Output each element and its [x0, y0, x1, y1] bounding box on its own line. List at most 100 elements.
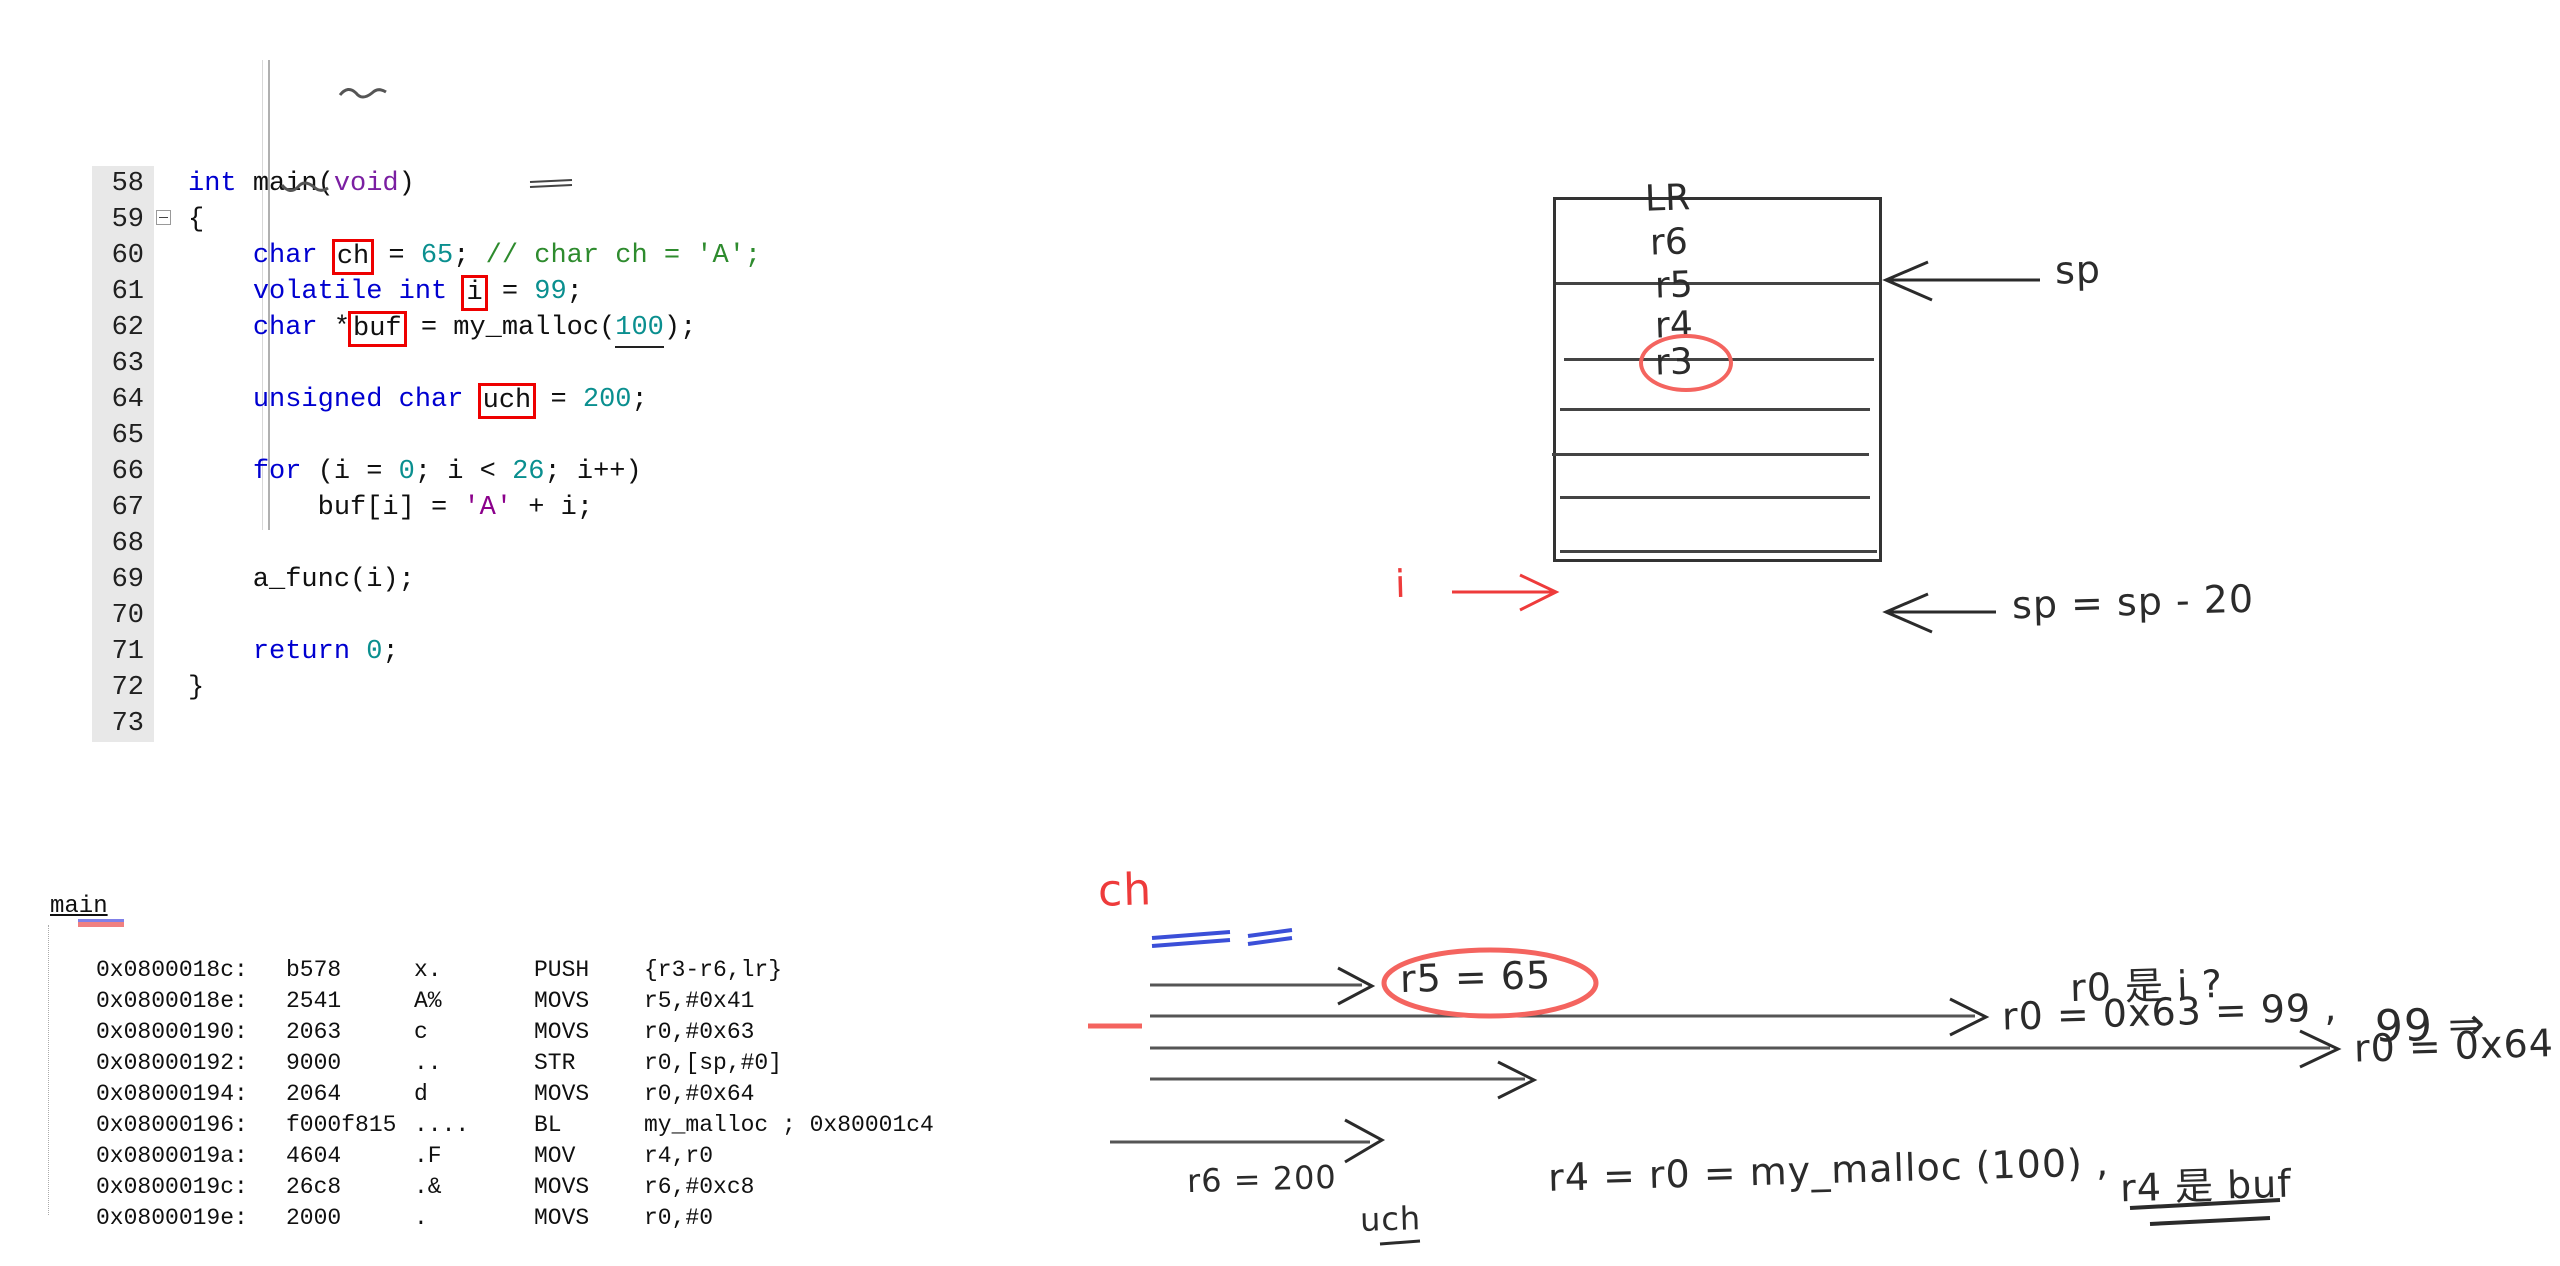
code-line-text[interactable] [176, 706, 188, 742]
annotation-r4-is-buf: r4 是 buf [2119, 1161, 2293, 1211]
code-token: ; [631, 385, 648, 415]
code-line-text[interactable]: { [176, 202, 204, 238]
fold-gutter [154, 166, 176, 202]
code-token: ; i++) [544, 457, 642, 487]
fold-gutter [154, 238, 176, 274]
code-token: { [188, 205, 205, 235]
stack-slot-label-r5: r5 [1654, 264, 1694, 307]
code-line[interactable]: 66 for (i = 0; i < 26; i++) [92, 454, 1392, 490]
disassembly-row[interactable]: 0x0800019a: 4604 .F MOV r4,r0 [46, 1141, 1064, 1172]
code-line-text[interactable]: char ch = 65; // char ch = 'A'; [176, 238, 761, 275]
line-number: 69 [92, 562, 154, 598]
line-number: 59 [92, 202, 154, 238]
code-token: int [188, 169, 237, 199]
code-token: char [252, 241, 318, 271]
disassembly-cell-ascii: .... [414, 1112, 470, 1138]
disassembly-cell-ascii: d [414, 1081, 428, 1107]
line-number: 73 [92, 706, 154, 742]
code-line-text[interactable] [176, 598, 188, 634]
line-number: 72 [92, 670, 154, 706]
disassembly-row[interactable]: 0x0800019c: 26c8 .& MOVS r6,#0xc8 [46, 1172, 1064, 1203]
line-number: 63 [92, 346, 154, 382]
code-token: + i; [512, 493, 594, 523]
code-line-text[interactable]: char * buf = my_malloc(100); [176, 310, 697, 348]
code-token: ( [317, 169, 334, 199]
code-token-highlighted: i [461, 275, 488, 311]
disassembly-cell-encoding: 2000 [286, 1205, 342, 1231]
code-token: ); [663, 313, 697, 343]
code-line-text[interactable]: return 0; [176, 634, 399, 670]
code-line[interactable]: 65 [92, 418, 1392, 454]
code-token-highlighted: buf [348, 311, 407, 347]
code-line[interactable]: 73 [92, 706, 1392, 742]
code-line-text[interactable] [176, 418, 188, 454]
code-token: ) [398, 169, 415, 199]
disassembly-cell-encoding: 2541 [286, 988, 342, 1014]
code-token: 0 [398, 457, 415, 487]
disassembly-row[interactable]: 0x0800018e: 2541 A% MOVS r5,#0x41 [46, 986, 1064, 1017]
disassembly-cell-mnemonic: MOVS [534, 1081, 590, 1107]
source-code-editor[interactable]: 58 int main(void) 59 {60 char ch = 65; // c… [92, 22, 1392, 778]
disassembly-row[interactable]: 0x08000192: 9000.. STR r0,[sp,#0] [46, 1048, 1064, 1079]
code-token: ; [453, 241, 486, 271]
code-token: main [252, 169, 318, 199]
disassembly-row[interactable]: 0x0800019e: 2000. MOVS r0,#0 [46, 1203, 1064, 1234]
disassembly-cell-operands: r0,#0x64 [644, 1081, 755, 1107]
fold-gutter [154, 418, 176, 454]
disassembly-row-list[interactable]: 0x0800018c: b578 x. PUSH {r3-r6,lr} 0x0800018… [46, 955, 1064, 1234]
code-token: } [188, 673, 205, 703]
code-line-text[interactable]: } [176, 670, 204, 706]
code-line-text[interactable]: buf[i] = 'A' + i; [176, 490, 593, 526]
disassembly-row[interactable]: 0x08000194: 2064 d MOVS r0,#0x64 [46, 1079, 1064, 1110]
code-line[interactable]: 62 char * buf = my_malloc(100); [92, 310, 1392, 348]
code-line-list[interactable]: 58 int main(void) 59 {60 char ch = 65; // c… [92, 166, 1392, 742]
code-line[interactable]: 69 a_func(i); [92, 562, 1392, 598]
fold-collapse-icon[interactable] [156, 210, 171, 225]
code-line-text[interactable]: for (i = 0; i < 26; i++) [176, 454, 642, 490]
code-line[interactable]: 61 volatile int i = 99; [92, 274, 1392, 311]
code-line-text[interactable] [176, 346, 188, 382]
code-line[interactable]: 70 [92, 598, 1392, 634]
code-line[interactable]: 72} [92, 670, 1392, 706]
line-number: 66 [92, 454, 154, 490]
line-number: 60 [92, 238, 154, 274]
fold-gutter [154, 310, 176, 346]
code-line-text[interactable]: unsigned char uch = 200; [176, 382, 648, 419]
code-line-text[interactable] [176, 526, 188, 562]
code-token: void [333, 169, 399, 199]
disassembly-cell-operands: r6,#0xc8 [644, 1174, 755, 1200]
code-line-text[interactable]: volatile int i = 99; [176, 274, 583, 311]
code-line[interactable]: 60 char ch = 65; // char ch = 'A'; [92, 238, 1392, 275]
disassembly-row[interactable]: 0x0800018c: b578 x. PUSH {r3-r6,lr} [46, 955, 1064, 986]
code-line-text[interactable]: a_func(i); [176, 562, 415, 598]
stack-slot-label-lr: LR [1644, 177, 1691, 220]
disassembly-listing[interactable]: 0x0800018c: b578 x. PUSH {r3-r6,lr} 0x0800018… [46, 893, 1064, 1265]
disassembly-row[interactable]: 0x08000196: f000f815.... BL my_malloc ; 0x8… [46, 1110, 1064, 1141]
disassembly-cell-encoding: 9000 [286, 1050, 342, 1076]
stack-r3-highlight-ellipse [1639, 334, 1733, 392]
code-line[interactable]: 71 return 0; [92, 634, 1392, 670]
code-line[interactable]: 63 [92, 346, 1392, 382]
stack-divider-r5 [1552, 453, 1869, 456]
disassembly-cell-mnemonic: STR [534, 1050, 576, 1076]
code-line[interactable]: 68 [92, 526, 1392, 562]
code-token: a_func(i); [188, 565, 415, 595]
code-line[interactable]: 64 unsigned char uch = 200; [92, 382, 1392, 419]
code-line[interactable]: 58 int main(void) [92, 166, 1392, 202]
fold-gutter[interactable] [154, 202, 176, 238]
code-token: = my_malloc( [404, 313, 616, 343]
fold-gutter [154, 670, 176, 706]
code-token: int [398, 277, 448, 307]
code-token: * [317, 313, 351, 343]
code-line-text[interactable]: int main(void) [176, 166, 415, 202]
disassembly-cell-ascii: A% [414, 988, 442, 1014]
disassembly-row[interactable]: 0x08000190: 2063 c MOVS r0,#0x63 [46, 1017, 1064, 1048]
code-token: (i = [301, 457, 399, 487]
code-line[interactable]: 59 { [92, 202, 1392, 238]
code-line[interactable]: 67 buf[i] = 'A' + i; [92, 490, 1392, 526]
fold-gutter [154, 526, 176, 562]
